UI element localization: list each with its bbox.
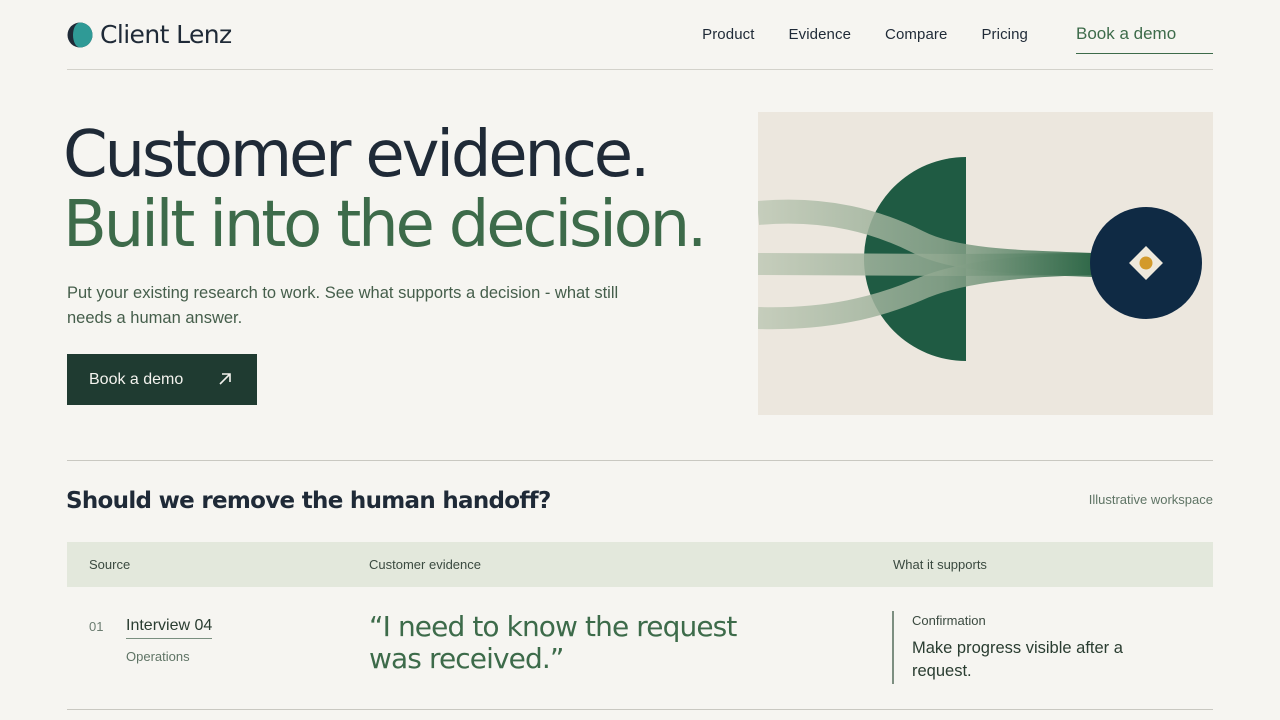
section-divider (67, 460, 1213, 461)
book-demo-button[interactable]: Book a demo (67, 354, 257, 405)
column-what-it-supports: What it supports (893, 557, 987, 572)
row-source-link[interactable]: Interview 04 (126, 616, 213, 639)
nav-pricing[interactable]: Pricing (981, 25, 1028, 45)
hero-title-line2: Built into the decision. (63, 188, 707, 262)
row-number: 01 (89, 619, 104, 634)
row-divider (67, 709, 1213, 710)
nav-product[interactable]: Product (702, 25, 754, 45)
arrow-up-right-icon (217, 371, 233, 387)
row-support: Confirmation Make progress visible after… (892, 611, 1132, 684)
row-department: Operations (126, 649, 190, 664)
column-customer-evidence: Customer evidence (369, 557, 481, 572)
workspace-title: Should we remove the human handoff? (66, 488, 551, 514)
logo-mark-icon (67, 22, 93, 48)
column-source: Source (89, 557, 131, 572)
brand-logo[interactable]: Client Lenz (67, 21, 232, 49)
site-header: Client Lenz Product Evidence Compare Pri… (67, 0, 1213, 70)
brand-name: Client Lenz (100, 20, 232, 49)
hero-illustration (756, 112, 1213, 415)
nav-book-demo-link[interactable]: Book a demo (1076, 22, 1213, 54)
row-quote: “I need to know the request was received… (369, 610, 737, 675)
nav-compare[interactable]: Compare (885, 25, 947, 45)
nav-evidence[interactable]: Evidence (789, 25, 852, 45)
book-demo-button-label: Book a demo (89, 370, 184, 388)
hero-title: Customer evidence. Built into the decisi… (63, 118, 707, 262)
support-label: Confirmation (912, 613, 986, 628)
main-nav: Product Evidence Compare Pricing (702, 25, 1028, 45)
workspace-tag: Illustrative workspace (1088, 492, 1213, 507)
support-text: Make progress visible after a request. (912, 639, 1123, 680)
hero-subtitle: Put your existing research to work. See … (67, 284, 619, 327)
hero-title-line1: Customer evidence. (63, 118, 650, 192)
evidence-table-header: Source Customer evidence What it support… (67, 542, 1213, 587)
